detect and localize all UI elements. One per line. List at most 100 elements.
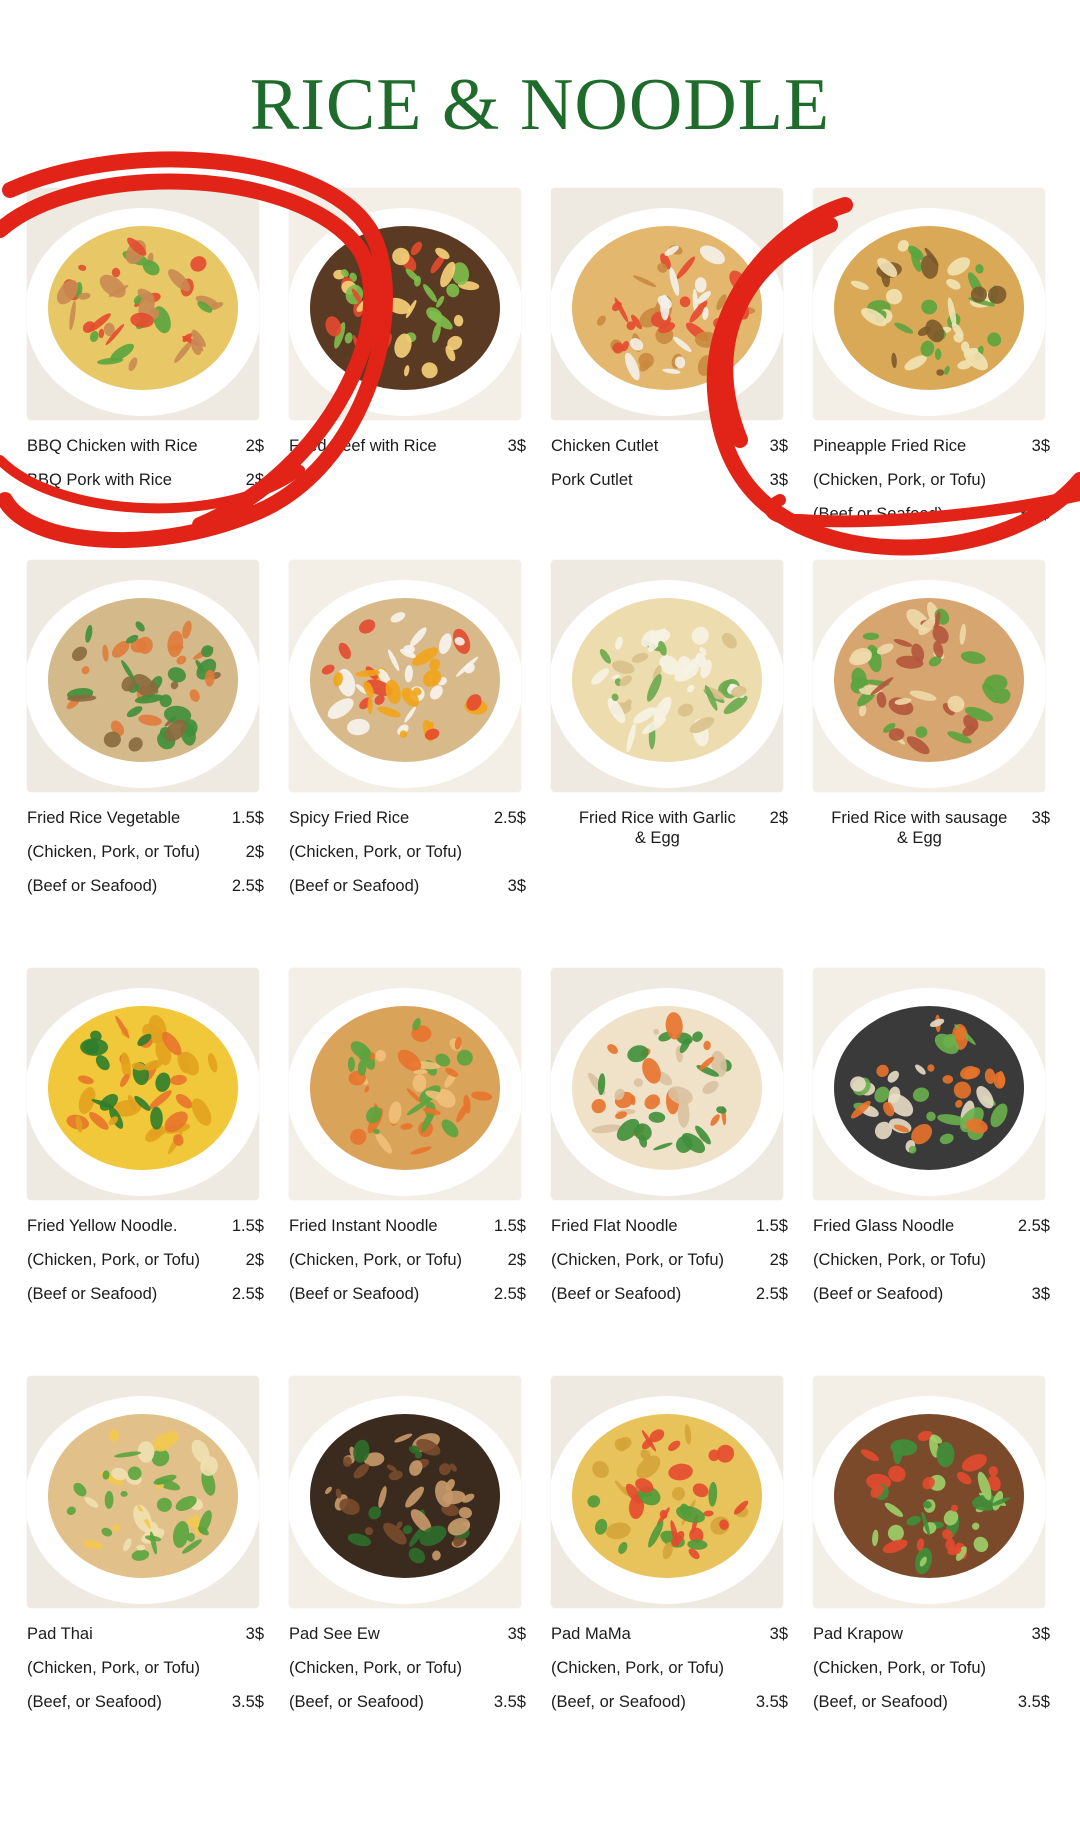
menu-item-price: 3$	[769, 437, 788, 455]
menu-item-price: 3.5$	[493, 1693, 526, 1711]
menu-item-name: (Beef or Seafood)	[27, 1285, 158, 1303]
menu-item-name: (Chicken, Pork, or Tofu)	[551, 1251, 725, 1269]
menu-item-price: 3$	[769, 1625, 788, 1643]
menu-item-card: Spicy Fried Rice 2.5$ (Chicken, Pork, or T…	[289, 560, 534, 896]
menu-item-option-line: (Beef or Seafood) 2.5$	[27, 876, 272, 896]
menu-item-line: Fried Flat Noodle 1.5$	[551, 1216, 796, 1236]
menu-item-name: Chicken Cutlet	[551, 437, 659, 455]
menu-item-line: Pad Thai 3$	[27, 1624, 272, 1644]
menu-item-card: Fried Rice Vegetable 1.5$ (Chicken, Pork, …	[27, 560, 272, 896]
menu-item-name: (Beef or Seafood)	[813, 505, 944, 523]
menu-item-price: 3.5$	[755, 1693, 788, 1711]
menu-item-line: Pineapple Fried Rice 3$	[813, 436, 1058, 456]
fried-instant-noodle-photo	[289, 968, 521, 1200]
fried-glass-noodle-photo	[813, 968, 1045, 1200]
menu-item-option-line: (Beef or Seafood) 2.5$	[289, 1284, 534, 1304]
menu-item-option-line: (Chicken, Pork, or Tofu) 2$	[551, 1250, 796, 1270]
menu-item-price: 3$	[245, 1625, 264, 1643]
menu-item-price: 2$	[769, 809, 788, 827]
menu-item-price: 1.5$	[493, 1217, 526, 1235]
menu-item-option-line: (Chicken, Pork, or Tofu)	[27, 1658, 272, 1678]
menu-item-card: Fried Glass Noodle 2.5$ (Chicken, Pork, or…	[813, 968, 1058, 1304]
menu-item-card: Pad Thai 3$ (Chicken, Pork, or Tofu) (Beef,…	[27, 1376, 272, 1712]
menu-item-name: (Chicken, Pork, or Tofu)	[289, 1251, 463, 1269]
menu-item-line: Fried Rice with Garlic & Egg 2$	[551, 808, 796, 848]
menu-item-option-line: (Chicken, Pork, or Tofu) 2$	[289, 1250, 534, 1270]
menu-item-name: (Chicken, Pork, or Tofu)	[813, 1251, 987, 1269]
menu-item-line: Fried Beef with Rice 3$	[289, 436, 534, 456]
menu-item-option-line: (Beef, or Seafood) 3.5$	[551, 1692, 796, 1712]
chicken-cutlet-photo	[551, 188, 783, 420]
menu-item-card: Fried Beef with Rice 3$	[289, 188, 534, 456]
menu-item-option-line: (Chicken, Pork, or Tofu) 2$	[27, 1250, 272, 1270]
menu-item-option-line: (Chicken, Pork, or Tofu)	[813, 1250, 1058, 1270]
menu-item-price: 3$	[507, 1625, 526, 1643]
menu-item-line: Pad MaMa 3$	[551, 1624, 796, 1644]
fried-rice-sausage-egg-photo	[813, 560, 1045, 792]
menu-item-option-line: (Chicken, Pork, or Tofu)	[289, 842, 534, 862]
menu-item-option-line: (Chicken, Pork, or Tofu)	[551, 1658, 796, 1678]
menu-item-price: 3.5$	[1017, 505, 1050, 523]
menu-item-price: 2.5$	[493, 809, 526, 827]
pad-thai-photo	[27, 1376, 259, 1608]
fried-beef-rice-photo	[289, 188, 521, 420]
menu-item-option-line: (Beef or Seafood) 2.5$	[551, 1284, 796, 1304]
menu-item-name: (Chicken, Pork, or Tofu)	[27, 843, 201, 861]
menu-item-name: (Chicken, Pork, or Tofu)	[289, 843, 463, 861]
menu-item-card: Fried Yellow Noodle. 1.5$ (Chicken, Pork, …	[27, 968, 272, 1304]
menu-item-price: 1.5$	[755, 1217, 788, 1235]
menu-item-name: Fried Rice with sausage & Egg	[831, 809, 1008, 847]
pad-see-ew-photo	[289, 1376, 521, 1608]
page-title: RICE & NOODLE	[249, 64, 831, 146]
pad-krapow-photo	[813, 1376, 1045, 1608]
menu-item-line: Fried Rice with sausage & Egg 3$	[813, 808, 1058, 848]
menu-item-price: 3$	[507, 437, 526, 455]
menu-item-option-line: (Beef, or Seafood) 3.5$	[289, 1692, 534, 1712]
menu-item-name: (Beef, or Seafood)	[289, 1693, 424, 1711]
menu-item-price: 2$	[507, 1251, 526, 1269]
menu-item-name: (Beef, or Seafood)	[551, 1693, 686, 1711]
menu-item-price: 2.5$	[231, 1285, 264, 1303]
menu-item-card: Fried Rice with sausage & Egg 3$	[813, 560, 1058, 848]
menu-item-line: BBQ Chicken with Rice 2$	[27, 436, 272, 456]
menu-item-price: 2$	[245, 1251, 264, 1269]
fried-rice-garlic-egg-photo	[551, 560, 783, 792]
menu-item-price: 3$	[1031, 809, 1050, 827]
menu-item-name: Pad Krapow	[813, 1625, 903, 1643]
menu-item-price: 2.5$	[755, 1285, 788, 1303]
menu-item-line: Fried Instant Noodle 1.5$	[289, 1216, 534, 1236]
menu-item-price: 2$	[245, 437, 264, 455]
menu-item-name: (Chicken, Pork, or Tofu)	[27, 1659, 201, 1677]
menu-item-price: 3$	[769, 471, 788, 489]
menu-item-option-line: (Beef, or Seafood) 3.5$	[27, 1692, 272, 1712]
menu-item-price: 1.5$	[231, 809, 264, 827]
menu-item-name: (Beef, or Seafood)	[813, 1693, 948, 1711]
menu-item-card: Pineapple Fried Rice 3$ (Chicken, Pork, or…	[813, 188, 1058, 524]
menu-item-card: Fried Rice with Garlic & Egg 2$	[551, 560, 796, 848]
pad-mama-photo	[551, 1376, 783, 1608]
menu-item-card: Fried Flat Noodle 1.5$ (Chicken, Pork, or …	[551, 968, 796, 1304]
menu-item-option-line: (Beef or Seafood) 3$	[813, 1284, 1058, 1304]
menu-item-line: Pad See Ew 3$	[289, 1624, 534, 1644]
menu-item-name: BBQ Pork with Rice	[27, 471, 172, 489]
menu-item-price: 1.5$	[231, 1217, 264, 1235]
menu-item-line: Fried Glass Noodle 2.5$	[813, 1216, 1058, 1236]
menu-item-option-line: (Chicken, Pork, or Tofu)	[813, 1658, 1058, 1678]
menu-item-price: 2.5$	[493, 1285, 526, 1303]
menu-item-name: (Beef or Seafood)	[289, 1285, 420, 1303]
menu-item-card: Fried Instant Noodle 1.5$ (Chicken, Pork, …	[289, 968, 534, 1304]
menu-item-name: Pineapple Fried Rice	[813, 437, 967, 455]
menu-item-option-line: (Beef or Seafood) 3$	[289, 876, 534, 896]
menu-item-option-line: (Chicken, Pork, or Tofu)	[289, 1658, 534, 1678]
menu-item-name: (Chicken, Pork, or Tofu)	[27, 1251, 201, 1269]
menu-item-name: (Beef or Seafood)	[551, 1285, 682, 1303]
menu-item-price: 2$	[245, 471, 264, 489]
menu-item-name: Fried Beef with Rice	[289, 437, 437, 455]
menu-item-name: Fried Rice with Garlic & Egg	[578, 809, 736, 847]
menu-item-name: (Chicken, Pork, or Tofu)	[813, 1659, 987, 1677]
bbq-chicken-rice-photo	[27, 188, 259, 420]
menu-item-price: 3.5$	[1017, 1693, 1050, 1711]
menu-item-name: Fried Instant Noodle	[289, 1217, 438, 1235]
menu-item-price: 3$	[1031, 1625, 1050, 1643]
menu-item-option-line: (Beef or Seafood) 2.5$	[27, 1284, 272, 1304]
